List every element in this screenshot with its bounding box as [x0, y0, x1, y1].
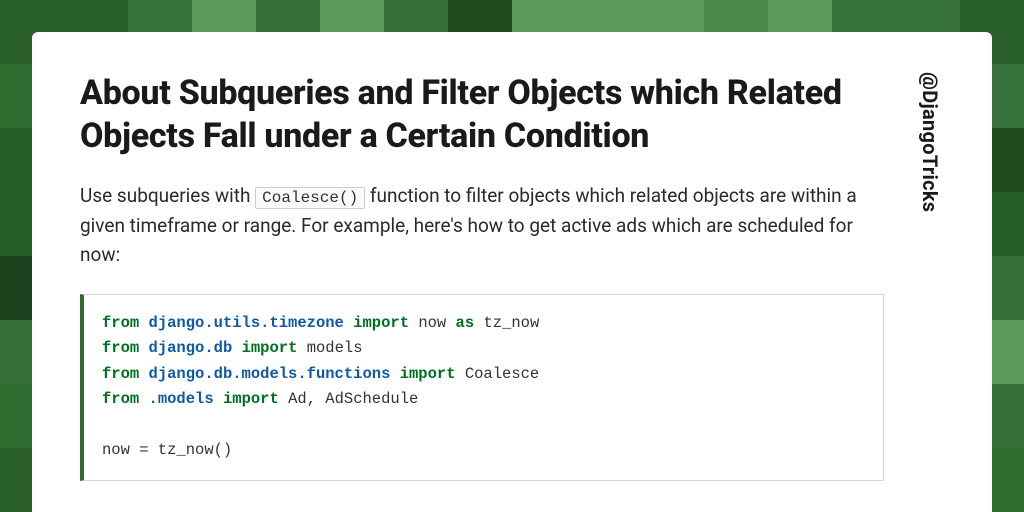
main-column: About Subqueries and Filter Objects whic… — [80, 72, 884, 512]
description: Use subqueries with Coalesce() function … — [80, 181, 884, 270]
code-block: from django.utils.timezone import now as… — [80, 294, 884, 481]
inline-code: Coalesce() — [255, 187, 365, 209]
page-title: About Subqueries and Filter Objects whic… — [80, 72, 884, 157]
sidebar: @DjangoTricks — [916, 72, 944, 512]
content-card: About Subqueries and Filter Objects whic… — [32, 32, 992, 512]
desc-part-a: Use subqueries with — [80, 184, 255, 207]
author-handle: @DjangoTricks — [918, 72, 942, 212]
